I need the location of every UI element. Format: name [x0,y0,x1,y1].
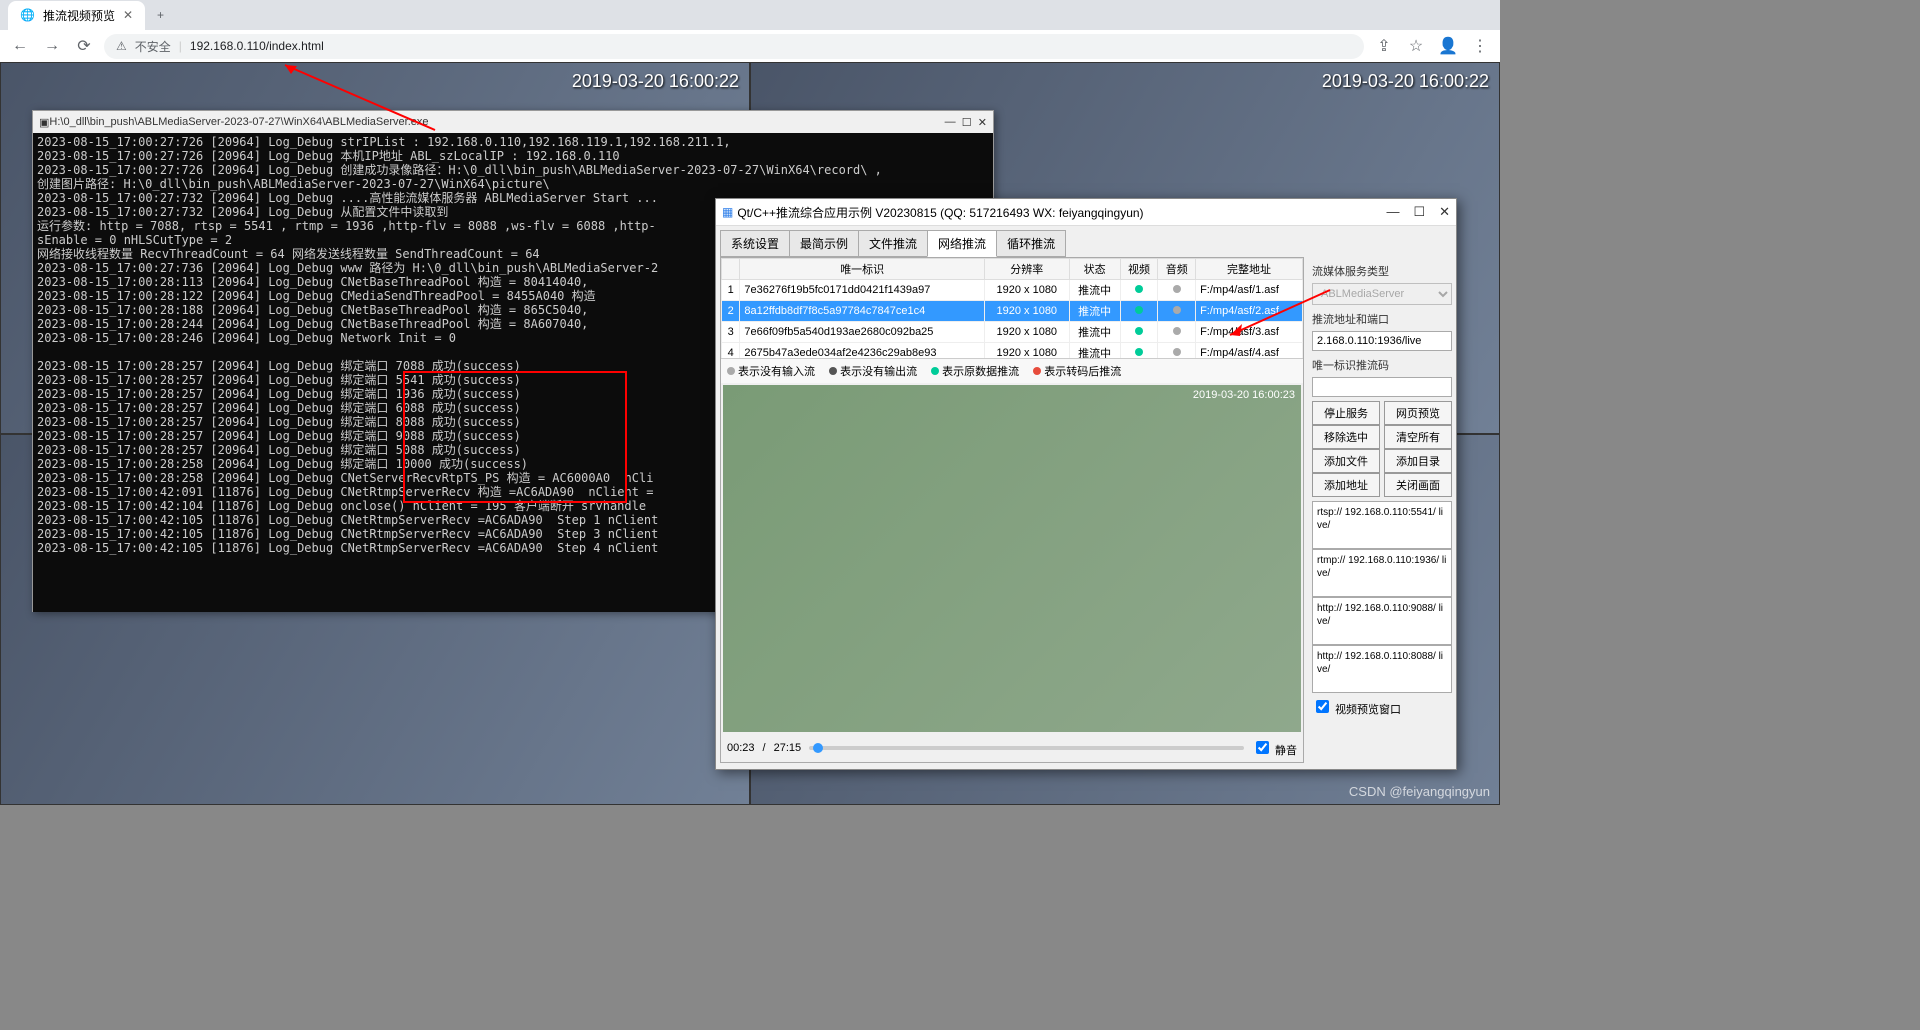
video-timestamp: 2019-03-20 16:00:22 [1322,71,1489,92]
stream-url[interactable]: rtsp:// 192.168.0.110:5541/ live/ [1312,501,1452,549]
table-row[interactable]: 17e36276f19b5fc0171dd0421f1439a971920 x … [722,280,1303,301]
time-total: 27:15 [774,742,802,754]
watermark: CSDN @feiyangqingyun [1349,784,1490,799]
annotation-box [403,371,627,503]
col-header: 完整地址 [1196,259,1303,280]
back-button[interactable]: ← [8,34,32,58]
console-title: H:\0_dll\bin_push\ABLMediaServer-2023-07… [49,116,944,128]
new-tab-button[interactable]: + [157,8,164,22]
insecure-label: 不安全 [135,38,171,55]
legend-item: 表示没有输出流 [829,363,917,379]
close-icon[interactable]: ✕ [978,116,987,129]
profile-icon[interactable]: 👤 [1436,34,1460,58]
action-button[interactable]: 停止服务 [1312,401,1380,425]
share-icon[interactable]: ⇪ [1372,34,1396,58]
table-row[interactable]: 28a12ffdb8df7f8c5a97784c7847ce1c41920 x … [722,301,1303,322]
push-addr-input[interactable] [1312,331,1452,351]
playback-controls: 00:23 / 27:15 静音 [721,734,1303,762]
table-row[interactable]: 37e66f09fb5a540d193ae2680c092ba251920 x … [722,322,1303,343]
server-type-label: 流媒体服务类型 [1312,263,1452,279]
tab-title: 推流视频预览 [43,7,115,24]
stream-url[interactable]: http:// 192.168.0.110:9088/ live/ [1312,597,1452,645]
stream-url[interactable]: http:// 192.168.0.110:8088/ live/ [1312,645,1452,693]
action-button[interactable]: 清空所有 [1384,425,1452,449]
warning-icon: ⚠ [116,39,127,53]
stream-code-input[interactable] [1312,377,1452,397]
maximize-icon[interactable]: ☐ [962,116,972,129]
browser-tabs: 🌐 推流视频预览 ✕ + [0,0,1500,30]
stream-code-label: 唯一标识推流码 [1312,357,1452,373]
action-button[interactable]: 添加文件 [1312,449,1380,473]
col-header: 音频 [1158,259,1196,280]
legend-item: 表示原数据推流 [931,363,1019,379]
stream-panel: 唯一标识分辨率状态视频音频完整地址17e36276f19b5fc0171dd04… [720,257,1304,763]
url-text: 192.168.0.110/index.html [190,39,324,53]
qt-tab-bar: 系统设置最简示例文件推流网络推流循环推流 [716,226,1456,257]
minimize-icon[interactable]: — [945,116,956,128]
video-preview[interactable]: 2019-03-20 16:00:23 [723,385,1301,732]
preview-window-checkbox[interactable]: 视频预览窗口 [1312,697,1452,717]
tab-1[interactable]: 最简示例 [789,230,859,257]
action-button[interactable]: 移除选中 [1312,425,1380,449]
col-header: 唯一标识 [740,259,985,280]
col-header: 状态 [1069,259,1120,280]
preview-timestamp: 2019-03-20 16:00:23 [1193,389,1295,401]
col-header [722,259,740,280]
tab-4[interactable]: 循环推流 [996,230,1066,257]
star-icon[interactable]: ☆ [1404,34,1428,58]
legend-item: 表示没有输入流 [727,363,815,379]
qt-titlebar[interactable]: ▦ Qt/C++推流综合应用示例 V20230815 (QQ: 51721649… [716,199,1456,226]
col-header: 视频 [1120,259,1158,280]
menu-icon[interactable]: ⋮ [1468,34,1492,58]
browser-tab[interactable]: 🌐 推流视频预览 ✕ [8,1,145,30]
table-row[interactable]: 42675b47a3ede034af2e4236c29ab8e931920 x … [722,343,1303,360]
tab-3[interactable]: 网络推流 [927,230,997,257]
stream-table[interactable]: 唯一标识分辨率状态视频音频完整地址17e36276f19b5fc0171dd04… [721,258,1303,359]
server-type-select[interactable]: ABLMediaServer [1312,283,1452,305]
browser-nav: ← → ⟳ ⚠ 不安全 | 192.168.0.110/index.html ⇪… [0,30,1500,63]
app-icon: ▦ [722,205,733,219]
action-button[interactable]: 关闭画面 [1384,473,1452,497]
push-addr-label: 推流地址和端口 [1312,311,1452,327]
action-button[interactable]: 添加地址 [1312,473,1380,497]
mute-checkbox[interactable]: 静音 [1252,738,1297,758]
globe-icon: 🌐 [20,8,35,22]
action-button[interactable]: 添加目录 [1384,449,1452,473]
tab-2[interactable]: 文件推流 [858,230,928,257]
maximize-icon[interactable]: ☐ [1413,204,1425,220]
console-titlebar[interactable]: ▣ H:\0_dll\bin_push\ABLMediaServer-2023-… [33,111,993,133]
qt-app-window: ▦ Qt/C++推流综合应用示例 V20230815 (QQ: 51721649… [715,198,1457,770]
reload-button[interactable]: ⟳ [72,34,96,58]
app-icon: ▣ [39,116,49,129]
forward-button[interactable]: → [40,34,64,58]
col-header: 分辨率 [984,259,1069,280]
close-icon[interactable]: ✕ [1439,204,1450,220]
legend-item: 表示转码后推流 [1033,363,1121,379]
video-timestamp: 2019-03-20 16:00:22 [572,71,739,92]
time-current: 00:23 [727,742,755,754]
stream-url[interactable]: rtmp:// 192.168.0.110:1936/ live/ [1312,549,1452,597]
status-legend: 表示没有输入流 表示没有输出流 表示原数据推流 表示转码后推流 [721,359,1303,383]
seek-slider[interactable] [809,746,1244,750]
qt-title: Qt/C++推流综合应用示例 V20230815 (QQ: 517216493 … [733,204,1386,221]
settings-panel: 流媒体服务类型 ABLMediaServer 推流地址和端口 唯一标识推流码 停… [1308,257,1456,767]
tab-0[interactable]: 系统设置 [720,230,790,257]
address-bar[interactable]: ⚠ 不安全 | 192.168.0.110/index.html [104,34,1364,59]
action-button[interactable]: 网页预览 [1384,401,1452,425]
minimize-icon[interactable]: — [1386,204,1399,220]
close-icon[interactable]: ✕ [123,8,133,22]
